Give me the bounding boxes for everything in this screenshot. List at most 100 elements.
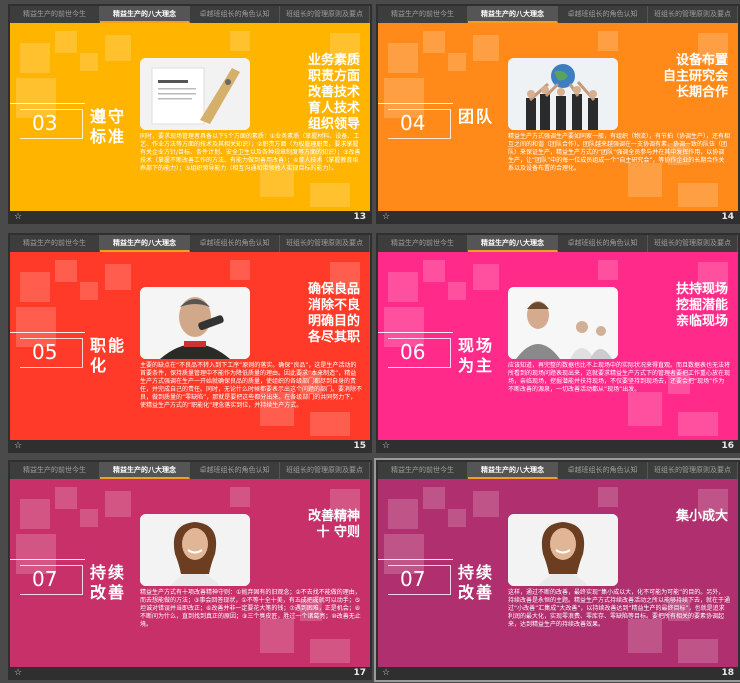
slide-nav-tab[interactable]: 精益生产的前世今生	[10, 6, 100, 23]
slide-nav-tabs: 精益生产的前世今生 精益生产的八大理念 卓越班组长的角色认知 班组长的管理原则及要点	[378, 235, 738, 252]
slide-nav-tab[interactable]: 精益生产的前世今生	[378, 6, 468, 23]
headline-line: 确保良品	[307, 282, 360, 297]
headline-line: 自主研究会	[662, 69, 728, 84]
slide-footer: ☆ 16	[376, 440, 740, 453]
business-people-photo	[508, 287, 618, 359]
slide-nav-tabs: 精益生产的前世今生 精益生产的八大理念 卓越班组长的角色认知 班组长的管理原则及要点	[10, 6, 370, 23]
decor-square	[105, 491, 131, 517]
woman-photo	[140, 514, 250, 586]
body-paragraph: 精益生产方式有十项改善精神守则：①抛弃固有的旧观念；②不去找不能做的理由，而去想…	[140, 589, 361, 628]
headline-line: 扶持现场	[675, 282, 728, 297]
slide-thumbnail[interactable]: 精益生产的前世今生 精益生产的八大理念 卓越班组长的角色认知 班组长的管理原则及要点 0…	[8, 233, 372, 453]
decor-square	[678, 639, 718, 663]
headline: 集小成大	[676, 509, 728, 525]
slide-footer: ☆ 15	[8, 440, 372, 453]
decor-square	[598, 260, 618, 280]
decor-square	[55, 31, 77, 53]
slide-transition-star-icon[interactable]: ☆	[14, 212, 22, 223]
slide-transition-star-icon[interactable]: ☆	[382, 212, 390, 223]
slide-sorter-grid: 精益生产的前世今生 精益生产的八大理念 卓越班组长的角色认知 班组长的管理原则及要点 0…	[0, 0, 740, 683]
decor-square	[423, 260, 445, 282]
slide-transition-star-icon[interactable]: ☆	[14, 441, 22, 452]
slide-canvas[interactable]: 精益生产的前世今生 精益生产的八大理念 卓越班组长的角色认知 班组长的管理原则及要点 0…	[10, 462, 370, 667]
slide-thumbnail[interactable]: 精益生产的前世今生 精益生产的八大理念 卓越班组长的角色认知 班组长的管理原则及要点 0…	[374, 458, 740, 682]
section-number: 06	[400, 340, 426, 364]
slide-nav-tab[interactable]: 精益生产的八大理念	[468, 235, 558, 252]
slide-nav-tab[interactable]: 精益生产的前世今生	[10, 462, 100, 479]
slide-nav-tabs: 精益生产的前世今生 精益生产的八大理念 卓越班组长的角色认知 班组长的管理原则及要点	[378, 462, 738, 479]
slide-nav-tab[interactable]: 卓越班组长的角色认知	[190, 6, 280, 23]
section-number: 07	[32, 567, 58, 591]
slide-transition-star-icon[interactable]: ☆	[382, 668, 390, 679]
section-title: 现场为主	[458, 336, 495, 375]
slide-nav-tab[interactable]: 精益生产的前世今生	[10, 235, 100, 252]
decor-square	[628, 392, 662, 426]
slide-transition-star-icon[interactable]: ☆	[14, 668, 22, 679]
slide-thumbnail[interactable]: 精益生产的前世今生 精益生产的八大理念 卓越班组长的角色认知 班组长的管理原则及要点 0…	[376, 233, 740, 453]
slide-nav-tab[interactable]: 卓越班组长的角色认知	[558, 462, 648, 479]
team-photo	[508, 58, 618, 130]
decor-square	[20, 43, 50, 73]
headline: 确保良品 消除不良 明确目的 各尽其职	[308, 282, 360, 346]
slide-nav-tab[interactable]: 班组长的管理原则及要点	[648, 6, 738, 23]
slide-thumbnail[interactable]: 精益生产的前世今生 精益生产的八大理念 卓越班组长的角色认知 班组长的管理原则及要点 0…	[8, 460, 372, 680]
slide-nav-tab[interactable]: 卓越班组长的角色认知	[558, 235, 648, 252]
slide-nav-tabs: 精益生产的前世今生 精益生产的八大理念 卓越班组长的角色认知 班组长的管理原则及要点	[10, 462, 370, 479]
slide-canvas[interactable]: 精益生产的前世今生 精益生产的八大理念 卓越班组长的角色认知 班组长的管理原则及要点 0…	[378, 6, 738, 211]
slide-transition-star-icon[interactable]: ☆	[382, 441, 390, 452]
slide-canvas[interactable]: 精益生产的前世今生 精益生产的八大理念 卓越班组长的角色认知 班组长的管理原则及要点 0…	[10, 6, 370, 211]
decor-square	[388, 272, 418, 302]
slide-thumbnail[interactable]: 精益生产的前世今生 精益生产的八大理念 卓越班组长的角色认知 班组长的管理原则及要点 0…	[8, 4, 372, 224]
headline-line: 职责方面	[307, 69, 360, 84]
slide-canvas[interactable]: 精益生产的前世今生 精益生产的八大理念 卓越班组长的角色认知 班组长的管理原则及要点 0…	[378, 462, 738, 667]
slide-nav-tab[interactable]: 班组长的管理原则及要点	[648, 235, 738, 252]
slide-page-number: 17	[353, 668, 366, 678]
headline-line: 亲临现场	[675, 314, 728, 329]
slide-nav-tab[interactable]: 精益生产的八大理念	[468, 6, 558, 23]
decor-square	[473, 491, 499, 517]
section-title: 遵守标准	[90, 107, 127, 146]
body-paragraph: 同时，要求现场管理者具备以下5个方面的素质：①业务素质（掌握材料、设备、工艺、作…	[140, 133, 361, 172]
decor-square	[20, 499, 50, 529]
headline-line: 集小成大	[675, 509, 728, 524]
slide-nav-tabs: 精益生产的前世今生 精益生产的八大理念 卓越班组长的角色认知 班组长的管理原则及要点	[378, 6, 738, 23]
number-line	[10, 559, 85, 560]
slide-body: 06 现场为主 扶持现场 挖掘潜能 亲临现场应该知道，再完整的数据也比不上现场中的实际…	[378, 252, 738, 440]
body-paragraph: 精益生产方式强调生产要如同家一般，有组织（物流），有节拍（协调生产），还有相互之…	[508, 133, 731, 172]
body-paragraph: 应该知道，再完整的数据也比不上现场中的实际状况来得直观。而且数据表也无法将所看到…	[508, 362, 731, 393]
slide-nav-tab[interactable]: 精益生产的前世今生	[378, 462, 468, 479]
decor-square	[80, 53, 98, 71]
slide-thumbnail[interactable]: 精益生产的前世今生 精益生产的八大理念 卓越班组长的角色认知 班组长的管理原则及要点 0…	[376, 4, 740, 224]
slide-nav-tab[interactable]: 卓越班组长的角色认知	[558, 6, 648, 23]
woman-photo	[508, 514, 618, 586]
slide-canvas[interactable]: 精益生产的前世今生 精益生产的八大理念 卓越班组长的角色认知 班组长的管理原则及要点 0…	[10, 235, 370, 440]
slide-nav-tab[interactable]: 卓越班组长的角色认知	[190, 462, 280, 479]
headline-line: 挖掘潜能	[675, 298, 728, 313]
slide-nav-tab[interactable]: 卓越班组长的角色认知	[190, 235, 280, 252]
slide-nav-tab[interactable]: 班组长的管理原则及要点	[648, 462, 738, 479]
slide-footer: ☆ 17	[8, 667, 372, 680]
section-title: 团队	[458, 107, 495, 126]
slide-body: 07 持续改善 改善精神十 守则 精益生产方式有十项改善精神守则：①抛弃固有的旧观念…	[10, 479, 370, 667]
slide-nav-tab[interactable]: 精益生产的八大理念	[468, 462, 558, 479]
body-paragraph: 主要的缺点在“不良品不转入到下工序”原则的落实。确保“良品”，这是生产活动的首要…	[140, 362, 363, 409]
headline: 改善精神十 守则	[308, 509, 360, 541]
slide-nav-tab[interactable]: 精益生产的八大理念	[100, 235, 190, 252]
slide-page-number: 18	[721, 668, 734, 678]
decor-square	[448, 53, 466, 71]
slide-nav-tab[interactable]: 班组长的管理原则及要点	[280, 235, 370, 252]
slide-canvas[interactable]: 精益生产的前世今生 精益生产的八大理念 卓越班组长的角色认知 班组长的管理原则及要点 0…	[378, 235, 738, 440]
slide-nav-tab[interactable]: 精益生产的八大理念	[100, 6, 190, 23]
section-number: 07	[400, 567, 426, 591]
number-line	[378, 332, 453, 333]
decor-square	[230, 260, 250, 280]
slide-nav-tab[interactable]: 精益生产的前世今生	[378, 235, 468, 252]
decor-square	[20, 272, 50, 302]
headline-line: 育人技术	[307, 101, 360, 116]
slide-nav-tab[interactable]: 班组长的管理原则及要点	[280, 6, 370, 23]
slide-nav-tab[interactable]: 班组长的管理原则及要点	[280, 462, 370, 479]
decor-square	[230, 487, 250, 507]
headline-line: 消除不良	[307, 298, 360, 313]
slide-nav-tab[interactable]: 精益生产的八大理念	[100, 462, 190, 479]
decor-square	[598, 487, 618, 507]
